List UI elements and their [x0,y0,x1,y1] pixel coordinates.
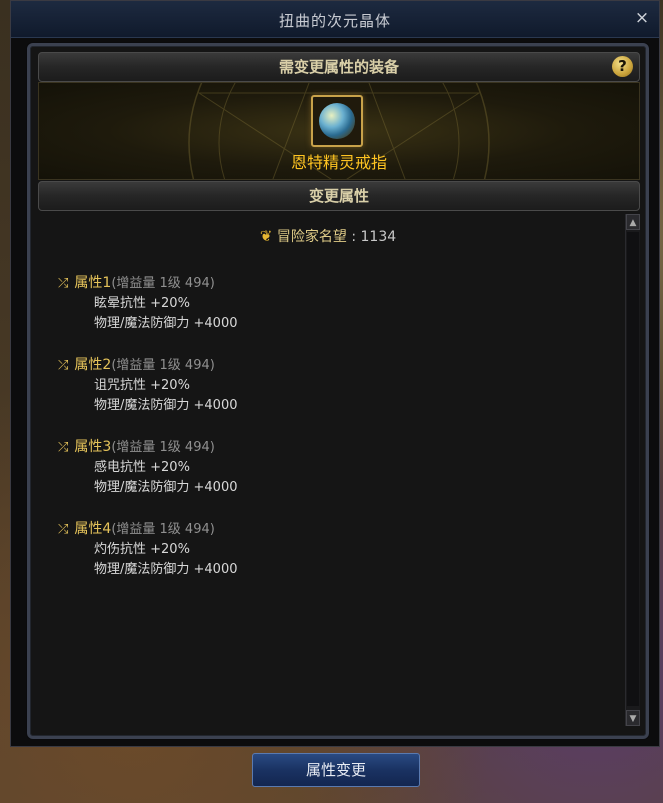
shuffle-icon: ⤮ [58,522,69,537]
attribute-gain: (增益量 1级 494) [111,276,215,291]
attribute-name: 属性2 [74,357,112,373]
window-title: 扭曲的次元晶体 [278,12,391,30]
attribute-name: 属性3 [74,439,112,455]
equip-section-title: 需变更属性的装备 [278,58,399,76]
scroll-track[interactable] [627,232,639,706]
main-frame: 需变更属性的装备 ? 恩特精灵戒指 变更属性 ❦ 冒险家名望 : 1134 ⤮ … [27,43,649,739]
renown-icon: ❦ [259,227,273,245]
attribute-title: ⤮ 属性4(增益量 1级 494) [58,518,558,540]
dimension-crystal-window: 扭曲的次元晶体 × 需变更属性的装备 ? 恩特精灵戒指 变更属性 ❦ 冒险家名望 [10,0,660,747]
attribute-name: 属性4 [74,521,112,537]
equipment-name: 恩特精灵戒指 [290,153,387,172]
attribute-line: 感电抗性 +20% [94,460,190,475]
scroll-up-icon[interactable]: ▲ [626,214,640,230]
help-icon[interactable]: ? [612,56,633,77]
attribute-line: 眩晕抗性 +20% [94,296,190,311]
attribute-list: ❦ 冒险家名望 : 1134 ⤮ 属性1(增益量 1级 494) 眩晕抗性 +20… [38,214,618,726]
attribute-line: 灼伤抗性 +20% [94,542,190,557]
attribute-scrollbar[interactable]: ▲ ▼ [625,214,640,726]
renown-separator: : [346,229,361,245]
scroll-down-icon[interactable]: ▼ [626,710,640,726]
attribute-name: 属性1 [74,275,112,291]
attribute-line: 物理/魔法防御力 +4000 [94,562,238,577]
attribute-title: ⤮ 属性3(增益量 1级 494) [58,436,558,458]
attribute-line: 物理/魔法防御力 +4000 [94,316,238,331]
renown-value: 1134 [360,229,397,245]
renown-label: 冒险家名望 [276,229,347,245]
attribute-line: 诅咒抗性 +20% [94,378,190,393]
renown-row: ❦ 冒险家名望 : 1134 [38,226,618,246]
attribute-title: ⤮ 属性2(增益量 1级 494) [58,354,558,376]
attribute-block[interactable]: ⤮ 属性3(增益量 1级 494) 感电抗性 +20% 物理/魔法防御力 +400… [58,436,558,498]
attribute-block[interactable]: ⤮ 属性4(增益量 1级 494) 灼伤抗性 +20% 物理/魔法防御力 +400… [58,518,558,580]
attr-section-header: 变更属性 [38,181,640,211]
attr-section-title: 变更属性 [308,187,369,205]
title-bar[interactable]: 扭曲的次元晶体 × [11,1,659,38]
attribute-line: 物理/魔法防御力 +4000 [94,398,238,413]
shuffle-icon: ⤮ [58,276,69,291]
attribute-block[interactable]: ⤮ 属性1(增益量 1级 494) 眩晕抗性 +20% 物理/魔法防御力 +400… [58,272,558,334]
attribute-gain: (增益量 1级 494) [111,440,215,455]
ring-icon [319,103,355,139]
shuffle-icon: ⤮ [58,440,69,455]
close-icon[interactable]: × [633,9,651,27]
attribute-block[interactable]: ⤮ 属性2(增益量 1级 494) 诅咒抗性 +20% 物理/魔法防御力 +400… [58,354,558,416]
equip-section-header: 需变更属性的装备 ? [38,52,640,82]
attribute-gain: (增益量 1级 494) [111,522,215,537]
equip-panel: 恩特精灵戒指 [38,82,640,180]
attribute-line: 物理/魔法防御力 +4000 [94,480,238,495]
change-attribute-button[interactable]: 属性变更 [252,753,420,787]
shuffle-icon: ⤮ [58,358,69,373]
attribute-gain: (增益量 1级 494) [111,358,215,373]
equipment-slot[interactable] [311,95,363,147]
attribute-title: ⤮ 属性1(增益量 1级 494) [58,272,558,294]
